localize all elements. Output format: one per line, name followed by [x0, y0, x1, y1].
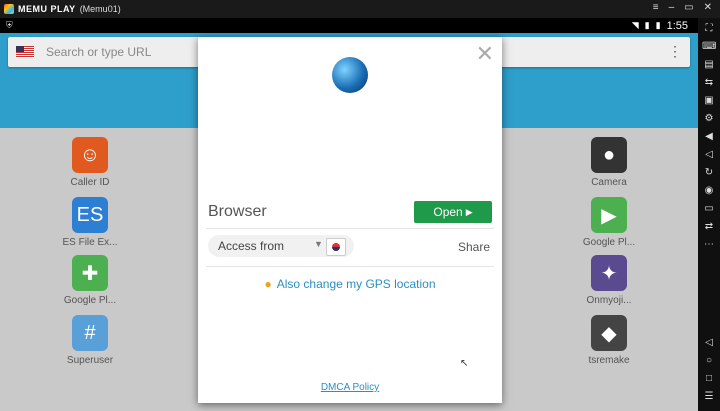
dropdown-arrow-icon: ▼ — [314, 239, 323, 249]
gps-location-link[interactable]: ● Also change my GPS location — [198, 277, 502, 291]
recents-icon[interactable]: □ — [702, 372, 716, 386]
screenshot-icon[interactable]: ▣ — [702, 94, 716, 108]
multi-instance-icon[interactable]: ⇆ — [702, 76, 716, 90]
apk-icon[interactable]: ▤ — [702, 58, 716, 72]
more-icon[interactable]: ⋯ — [702, 238, 716, 252]
close-icon[interactable]: ✕ — [476, 41, 494, 67]
browser-globe-icon — [332, 57, 368, 93]
home-icon[interactable]: ○ — [702, 354, 716, 368]
memu-logo-icon — [4, 4, 14, 14]
wifi-icon: ◥ — [631, 20, 639, 30]
back-icon[interactable]: ◁ — [702, 336, 716, 350]
app-dialog: ✕ Browser Open ▶ Access from ▼ Share ● Al… — [198, 37, 502, 403]
share-button[interactable]: Share — [458, 240, 490, 254]
minimize-icon[interactable]: – — [669, 2, 675, 13]
play-arrow-icon: ▶ — [465, 206, 473, 217]
access-from-dropdown[interactable]: Access from ▼ — [208, 235, 354, 257]
window-titlebar: MEMU PLAY (Memu01) ≡ – ▭ ✕ — [0, 0, 720, 18]
rotate-icon[interactable]: ↻ — [702, 166, 716, 180]
open-label: Open — [433, 205, 463, 219]
location-pin-icon: ● — [264, 277, 272, 291]
volume-up-icon[interactable]: ◀ — [702, 130, 716, 144]
list-icon[interactable]: ☰ — [702, 390, 716, 404]
dmca-policy-link[interactable]: DMCA Policy — [198, 382, 502, 393]
shield-icon: ⛨ — [6, 20, 13, 30]
mouse-cursor-icon: ↖ — [460, 358, 469, 369]
location-icon[interactable]: ◉ — [702, 184, 716, 198]
signal-icon: ▮ — [644, 20, 650, 30]
divider — [206, 266, 494, 267]
access-from-label: Access from — [218, 239, 285, 253]
menu-icon[interactable]: ≡ — [653, 2, 659, 13]
open-button[interactable]: Open ▶ — [414, 201, 492, 223]
volume-down-icon[interactable]: ◁ — [702, 148, 716, 162]
korea-flag-icon — [326, 238, 346, 256]
divider — [206, 228, 494, 229]
keyboard-icon[interactable]: ⌨ — [702, 40, 716, 54]
android-statusbar: ⛨ ◥ ▮ ▮ 1:55 — [0, 18, 698, 33]
app-brand: MEMU PLAY — [18, 4, 76, 14]
maximize-icon[interactable]: ▭ — [684, 2, 693, 13]
memu-sidebar: ⛶ ⌨ ▤ ⇆ ▣ ⚙ ◀ ◁ ↻ ◉ ▭ ⇄ ⋯ ◁ ○ □ ☰ — [698, 18, 720, 411]
folder-icon[interactable]: ▭ — [702, 202, 716, 216]
sync-icon[interactable]: ⇄ — [702, 220, 716, 234]
clock: 1:55 — [666, 19, 688, 32]
window-controls: ≡ – ▭ ✕ — [653, 2, 712, 13]
dialog-app-name: Browser — [208, 203, 267, 220]
fullscreen-icon[interactable]: ⛶ — [702, 22, 716, 36]
gps-label: Also change my GPS location — [276, 277, 436, 291]
android-screen: Search or type URL ⋮ ☺ Caller ID ES ES File… — [0, 33, 698, 411]
battery-icon: ▮ — [655, 20, 661, 30]
close-window-icon[interactable]: ✕ — [704, 2, 712, 13]
instance-name: (Memu01) — [79, 4, 121, 14]
settings-icon[interactable]: ⚙ — [702, 112, 716, 126]
